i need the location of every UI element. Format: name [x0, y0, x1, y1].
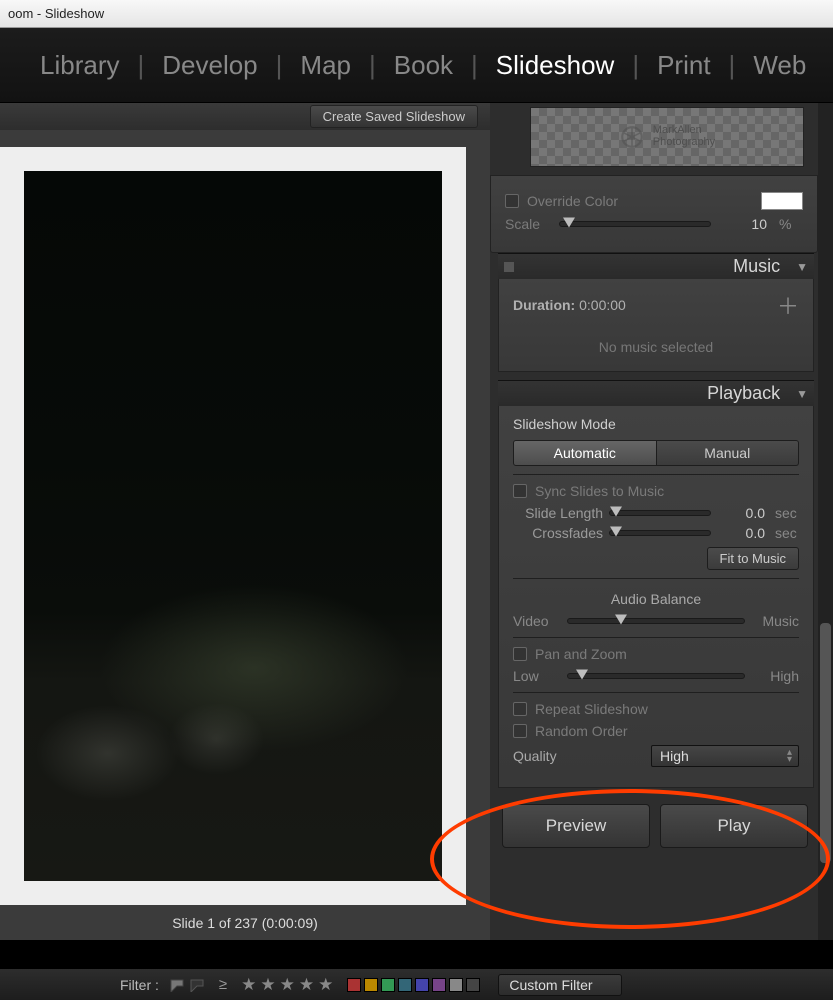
music-empty-label: No music selected [513, 339, 799, 355]
module-picker: Library| Develop| Map| Book| Slideshow| … [0, 28, 833, 103]
rating-filter[interactable]: ★★★★★ [241, 975, 337, 995]
slide-length-unit: sec [775, 505, 799, 521]
pan-low-label: Low [513, 668, 559, 684]
right-panel-column: MarkAllenPhotography Override Color Scal… [490, 103, 833, 940]
module-develop[interactable]: Develop [156, 50, 263, 81]
pan-zoom-slider[interactable] [567, 673, 745, 679]
pan-high-label: High [753, 668, 799, 684]
balance-right-label: Music [753, 613, 799, 629]
module-map[interactable]: Map [294, 50, 357, 81]
quality-label: Quality [513, 748, 573, 764]
right-panel-scrollbar[interactable] [818, 103, 833, 940]
color-label-swatch[interactable] [449, 978, 463, 992]
window-titlebar: oom - Slideshow [0, 0, 833, 28]
slide-length-label: Slide Length [513, 505, 603, 521]
mode-manual-button[interactable]: Manual [657, 440, 800, 466]
color-label-swatch[interactable] [381, 978, 395, 992]
preview-button[interactable]: Preview [502, 804, 650, 848]
audio-balance-label: Audio Balance [513, 591, 799, 607]
override-color-swatch[interactable] [761, 192, 803, 210]
crossfades-unit: sec [775, 525, 799, 541]
music-panel-header[interactable]: Music ▼ [498, 253, 814, 279]
color-label-filter [347, 978, 480, 992]
mode-automatic-button[interactable]: Automatic [513, 440, 657, 466]
color-label-swatch[interactable] [432, 978, 446, 992]
flag-reject-icon[interactable] [189, 978, 205, 992]
aperture-icon [619, 124, 645, 150]
playback-title: Playback [707, 383, 780, 404]
flag-pick-icon[interactable] [169, 978, 185, 992]
music-panel: Music ▼ Duration: 0:00:00 ＋ No music sel… [498, 253, 814, 372]
filter-bar: Filter : ≥ ★★★★★ Custom Filter [0, 968, 833, 1000]
balance-left-label: Video [513, 613, 559, 629]
slide-frame [0, 147, 466, 905]
slideshow-mode-segment: Automatic Manual [513, 440, 799, 466]
slide-length-value: 0.0 [717, 505, 765, 521]
crossfades-label: Crossfades [513, 525, 603, 541]
canvas-column: Create Saved Slideshow Slide 1 of 237 (0… [0, 103, 490, 940]
music-title: Music [733, 256, 780, 277]
playback-panel-header[interactable]: Playback ▼ [498, 380, 814, 406]
slide-length-slider[interactable] [609, 510, 711, 516]
watermark-text-bottom: Photography [653, 137, 715, 149]
color-label-swatch[interactable] [347, 978, 361, 992]
scale-label: Scale [505, 216, 551, 232]
random-order-label: Random Order [535, 723, 799, 739]
watermark-preview[interactable]: MarkAllenPhotography [530, 107, 804, 167]
color-label-swatch[interactable] [364, 978, 378, 992]
crossfades-value: 0.0 [717, 525, 765, 541]
color-label-swatch[interactable] [415, 978, 429, 992]
slide-counter: Slide 1 of 237 (0:00:09) [0, 905, 490, 940]
flag-filter[interactable] [169, 978, 205, 992]
pan-zoom-label: Pan and Zoom [535, 646, 799, 662]
create-saved-bar: Create Saved Slideshow [0, 103, 490, 130]
rating-comparison-icon[interactable]: ≥ [219, 976, 227, 993]
slideshow-mode-label: Slideshow Mode [513, 416, 799, 432]
add-music-button[interactable]: ＋ [777, 289, 799, 321]
random-order-checkbox[interactable] [513, 724, 527, 738]
override-color-checkbox[interactable] [505, 194, 519, 208]
filter-label: Filter : [120, 977, 159, 993]
repeat-label: Repeat Slideshow [535, 701, 799, 717]
override-color-label: Override Color [527, 193, 753, 209]
chevron-updown-icon: ▴▾ [787, 749, 792, 763]
sync-slides-checkbox[interactable] [513, 484, 527, 498]
music-enable-switch[interactable] [504, 262, 514, 272]
scrollbar-thumb[interactable] [820, 623, 831, 863]
pan-zoom-checkbox[interactable] [513, 647, 527, 661]
create-saved-slideshow-button[interactable]: Create Saved Slideshow [310, 105, 478, 128]
repeat-checkbox[interactable] [513, 702, 527, 716]
quality-dropdown[interactable]: High ▴▾ [651, 745, 799, 767]
module-web[interactable]: Web [747, 50, 812, 81]
quality-value: High [660, 748, 689, 764]
sync-slides-label: Sync Slides to Music [535, 483, 799, 499]
module-slideshow[interactable]: Slideshow [490, 50, 621, 81]
music-duration-label: Duration: [513, 297, 575, 313]
play-button[interactable]: Play [660, 804, 808, 848]
crossfades-slider[interactable] [609, 530, 711, 536]
module-book[interactable]: Book [388, 50, 459, 81]
slide-photo [24, 171, 442, 881]
chevron-down-icon: ▼ [796, 387, 808, 401]
fit-to-music-button[interactable]: Fit to Music [707, 547, 799, 570]
color-label-swatch[interactable] [466, 978, 480, 992]
scale-unit: % [779, 216, 803, 232]
window-title: oom - Slideshow [8, 6, 104, 21]
filter-preset-dropdown[interactable]: Custom Filter [498, 974, 621, 996]
color-label-swatch[interactable] [398, 978, 412, 992]
audio-balance-slider[interactable] [567, 618, 745, 624]
slide-canvas[interactable] [0, 130, 490, 905]
module-print[interactable]: Print [651, 50, 716, 81]
scale-value: 10 [719, 216, 767, 232]
chevron-down-icon: ▼ [796, 260, 808, 274]
module-library[interactable]: Library [34, 50, 125, 81]
scale-slider[interactable] [559, 221, 711, 227]
playback-panel: Playback ▼ Slideshow Mode Automatic Manu… [498, 380, 814, 788]
music-duration-value: 0:00:00 [579, 297, 626, 313]
